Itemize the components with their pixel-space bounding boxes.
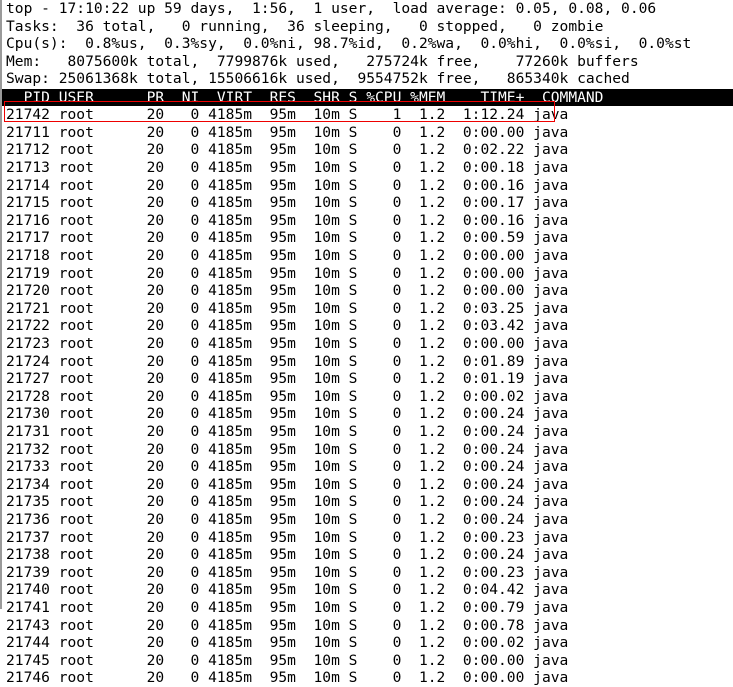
table-row[interactable]: 21733 root 20 0 4185m 95m 10m S 0 1.2 0:… (2, 458, 733, 476)
table-row[interactable]: 21738 root 20 0 4185m 95m 10m S 0 1.2 0:… (2, 546, 733, 564)
table-row[interactable]: 21721 root 20 0 4185m 95m 10m S 0 1.2 0:… (2, 300, 733, 318)
table-row[interactable]: 21739 root 20 0 4185m 95m 10m S 0 1.2 0:… (2, 564, 733, 582)
summary-line-mem: Mem: 8075600k total, 7799876k used, 2757… (6, 52, 639, 70)
summary-line-swap: Swap: 25061368k total, 15506616k used, 9… (6, 70, 630, 88)
table-row[interactable]: 21715 root 20 0 4185m 95m 10m S 0 1.2 0:… (2, 194, 733, 212)
table-row[interactable]: 21731 root 20 0 4185m 95m 10m S 0 1.2 0:… (2, 423, 733, 441)
table-row[interactable]: 21730 root 20 0 4185m 95m 10m S 0 1.2 0:… (2, 405, 733, 423)
table-row[interactable]: 21718 root 20 0 4185m 95m 10m S 0 1.2 0:… (2, 247, 733, 265)
table-row[interactable]: 21712 root 20 0 4185m 95m 10m S 0 1.2 0:… (2, 141, 733, 159)
table-row[interactable]: 21719 root 20 0 4185m 95m 10m S 0 1.2 0:… (2, 265, 733, 283)
table-row[interactable]: 21734 root 20 0 4185m 95m 10m S 0 1.2 0:… (2, 476, 733, 494)
table-row[interactable]: 21736 root 20 0 4185m 95m 10m S 0 1.2 0:… (2, 511, 733, 529)
table-row[interactable]: 21732 root 20 0 4185m 95m 10m S 0 1.2 0:… (2, 441, 733, 459)
table-row[interactable]: 21728 root 20 0 4185m 95m 10m S 0 1.2 0:… (2, 388, 733, 406)
table-row[interactable]: 21720 root 20 0 4185m 95m 10m S 0 1.2 0:… (2, 282, 733, 300)
table-row[interactable]: 21745 root 20 0 4185m 95m 10m S 0 1.2 0:… (2, 652, 733, 670)
table-row[interactable]: 21746 root 20 0 4185m 95m 10m S 0 1.2 0:… (2, 669, 733, 687)
table-row[interactable]: 21723 root 20 0 4185m 95m 10m S 0 1.2 0:… (2, 335, 733, 353)
table-row[interactable]: 21727 root 20 0 4185m 95m 10m S 0 1.2 0:… (2, 370, 733, 388)
process-table-body[interactable]: 21742 root 20 0 4185m 95m 10m S 1 1.2 1:… (2, 106, 733, 687)
table-row[interactable]: 21741 root 20 0 4185m 95m 10m S 0 1.2 0:… (2, 599, 733, 617)
table-row[interactable]: 21713 root 20 0 4185m 95m 10m S 0 1.2 0:… (2, 159, 733, 177)
summary-line-cpu: Cpu(s): 0.8%us, 0.3%sy, 0.0%ni, 98.7%id,… (6, 35, 692, 53)
table-row[interactable]: 21724 root 20 0 4185m 95m 10m S 0 1.2 0:… (2, 353, 733, 371)
table-row[interactable]: 21735 root 20 0 4185m 95m 10m S 0 1.2 0:… (2, 493, 733, 511)
table-row[interactable]: 21742 root 20 0 4185m 95m 10m S 1 1.2 1:… (2, 106, 733, 124)
process-table-column-header: PID USER PR NI VIRT RES SHR S %CPU %MEM … (2, 88, 733, 107)
terminal-window[interactable]: top - 17:10:22 up 59 days, 1:56, 1 user,… (0, 0, 733, 686)
table-row[interactable]: 21744 root 20 0 4185m 95m 10m S 0 1.2 0:… (2, 634, 733, 652)
table-row[interactable]: 21743 root 20 0 4185m 95m 10m S 0 1.2 0:… (2, 617, 733, 635)
table-row[interactable]: 21740 root 20 0 4185m 95m 10m S 0 1.2 0:… (2, 581, 733, 599)
table-row[interactable]: 21714 root 20 0 4185m 95m 10m S 0 1.2 0:… (2, 177, 733, 195)
table-row[interactable]: 21722 root 20 0 4185m 95m 10m S 0 1.2 0:… (2, 317, 733, 335)
table-row[interactable]: 21711 root 20 0 4185m 95m 10m S 0 1.2 0:… (2, 124, 733, 142)
summary-line-uptime: top - 17:10:22 up 59 days, 1:56, 1 user,… (6, 0, 657, 17)
table-row[interactable]: 21716 root 20 0 4185m 95m 10m S 0 1.2 0:… (2, 212, 733, 230)
table-row[interactable]: 21717 root 20 0 4185m 95m 10m S 0 1.2 0:… (2, 229, 733, 247)
table-row[interactable]: 21737 root 20 0 4185m 95m 10m S 0 1.2 0:… (2, 529, 733, 547)
top-summary-block: top - 17:10:22 up 59 days, 1:56, 1 user,… (2, 0, 733, 88)
summary-line-tasks: Tasks: 36 total, 0 running, 36 sleeping,… (6, 17, 604, 35)
